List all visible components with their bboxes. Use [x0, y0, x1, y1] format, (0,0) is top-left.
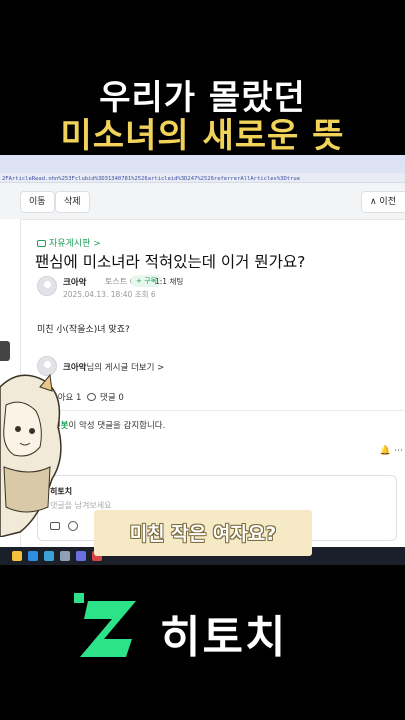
edge-icon[interactable]: [28, 551, 38, 561]
board-icon: [37, 240, 46, 247]
board-link[interactable]: 자유게시판 >: [37, 236, 101, 249]
author-avatar[interactable]: [37, 276, 57, 296]
sidebar-handle[interactable]: [0, 341, 10, 361]
cleanbot-text: 이 악성 댓글을 감지합니다.: [68, 421, 166, 431]
subtitle-caption: 미친 작은 여자요?: [94, 510, 312, 556]
delete-button[interactable]: 삭제: [55, 191, 90, 213]
url-text: 2FArticleRead.nhn%253Fclubid%3D31340781%…: [2, 176, 301, 182]
emoji-icon[interactable]: [68, 521, 78, 531]
app-icon[interactable]: [44, 551, 54, 561]
move-button[interactable]: 이동: [20, 191, 55, 213]
author-posts-name: 크아악: [63, 363, 87, 373]
chat-button[interactable]: 1:1 채팅: [155, 276, 183, 287]
brand-logo-icon: [74, 593, 136, 657]
article-title: 팬심에 미소녀라 적혀있는데 이거 뭔가요?: [35, 253, 306, 271]
browser-screenshot: 2FArticleRead.nhn%253Fclubid%3D31340781%…: [0, 155, 405, 565]
character-sticker: [0, 373, 62, 537]
bottom-brand-area: 히토치: [0, 565, 405, 720]
brand-logo-text: 히토치: [160, 612, 288, 663]
comment-icon: [87, 393, 96, 401]
article-toolbar: 이동 삭제 ∧ 이전: [0, 183, 405, 219]
folder-icon[interactable]: [12, 551, 22, 561]
browser-tabstrip: [0, 155, 405, 173]
post-meta: 2025.04.13. 18:40 조회 6: [63, 290, 156, 299]
notification-bell-icon[interactable]: 🔔 ⋯: [380, 446, 403, 456]
top-title-area: 우리가 몰랐던 미소녀의 새로운 뜻: [0, 0, 405, 156]
steam-icon[interactable]: [60, 551, 70, 561]
comment-count[interactable]: 댓글 0: [87, 391, 124, 403]
comment-label: 댓글 0: [100, 393, 124, 403]
article-body: 미친 小(작을소)녀 맞죠?: [37, 325, 130, 335]
address-bar[interactable]: 2FArticleRead.nhn%253Fclubid%3D31340781%…: [0, 155, 405, 183]
caption-text: 미친 작은 여자요?: [129, 523, 277, 545]
author-posts-label: 님의 게시글 더보기 >: [86, 363, 165, 373]
discord-icon[interactable]: [76, 551, 86, 561]
title-line-2: 미소녀의 새로운 뜻: [60, 116, 345, 156]
author-posts-link[interactable]: 크아악님의 게시글 더보기 >: [63, 361, 164, 373]
divider: [21, 410, 405, 411]
prev-button[interactable]: ∧ 이전: [360, 191, 405, 213]
board-link-label: 자유게시판 >: [49, 239, 101, 249]
author-name[interactable]: 크아악: [63, 276, 86, 288]
